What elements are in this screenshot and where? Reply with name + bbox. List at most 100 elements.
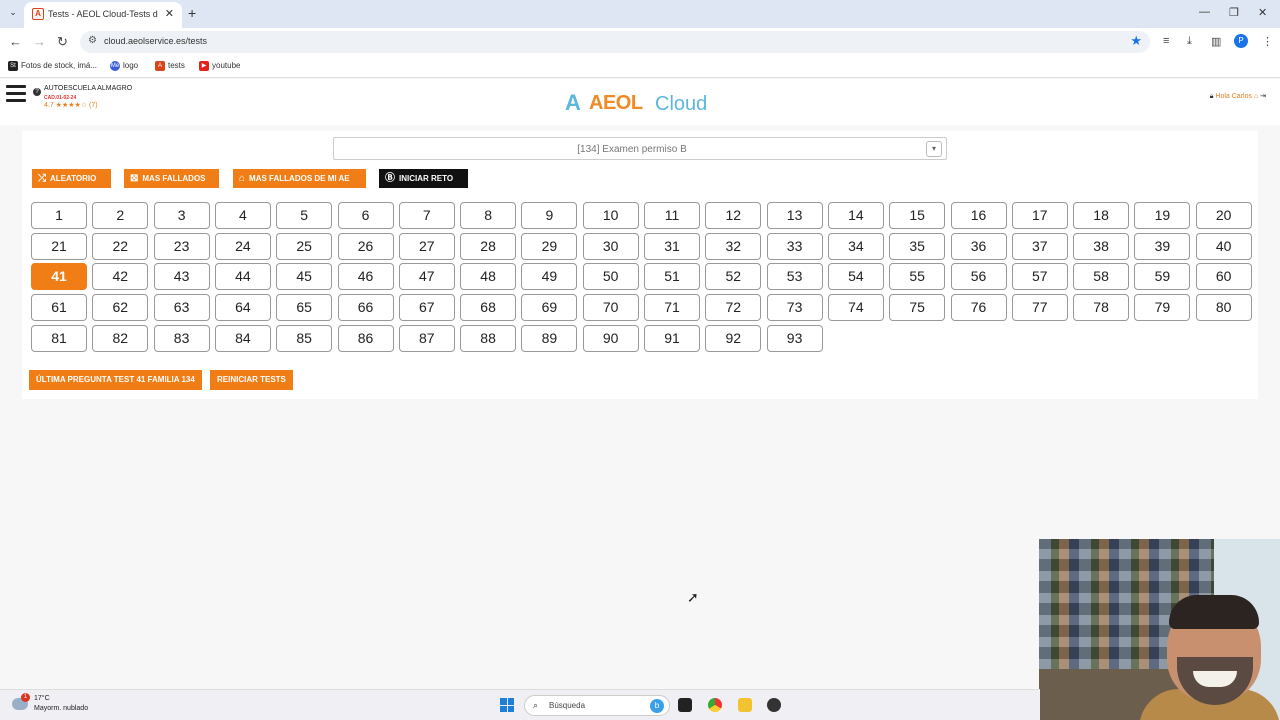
browser-tab[interactable]: A Tests - AEOL Cloud-Tests de Au ✕: [24, 2, 182, 28]
test-button[interactable]: 69: [521, 294, 578, 322]
test-button[interactable]: 68: [460, 294, 517, 322]
start-challenge-button[interactable]: Ⓑ INICIAR RETO: [379, 169, 468, 188]
test-button[interactable]: 58: [1073, 263, 1130, 291]
app-icon[interactable]: [767, 698, 781, 712]
test-button[interactable]: 55: [889, 263, 946, 291]
test-button[interactable]: 19: [1134, 202, 1191, 229]
hamburger-menu-icon[interactable]: [6, 85, 26, 103]
minimize-icon[interactable]: —: [1199, 6, 1210, 18]
test-button[interactable]: 14: [827, 202, 884, 229]
test-button[interactable]: 78: [1073, 294, 1130, 322]
close-tab-icon[interactable]: ✕: [165, 7, 174, 20]
test-button[interactable]: 30: [582, 232, 639, 260]
test-button[interactable]: 27: [398, 232, 455, 260]
test-button[interactable]: 62: [92, 294, 149, 322]
menu-kebab-icon[interactable]: ⋮: [1262, 35, 1273, 48]
test-button[interactable]: 29: [521, 232, 578, 260]
test-button[interactable]: 9: [521, 202, 578, 229]
test-button[interactable]: 75: [889, 294, 946, 322]
test-button[interactable]: 16: [950, 202, 1007, 229]
test-button[interactable]: 48: [460, 263, 517, 291]
test-button[interactable]: 93: [766, 324, 823, 352]
test-button[interactable]: 87: [398, 324, 455, 352]
test-button[interactable]: 50: [582, 263, 639, 291]
weather-description[interactable]: Mayorm. nublado: [34, 705, 88, 712]
test-button[interactable]: 33: [766, 232, 823, 260]
help-icon[interactable]: ?: [33, 88, 41, 96]
bookmark-stock[interactable]: St Fotos de stock, imá...: [8, 61, 97, 71]
test-button[interactable]: 74: [827, 294, 884, 322]
test-button[interactable]: 52: [705, 263, 762, 291]
test-button[interactable]: 65: [276, 294, 333, 322]
test-button[interactable]: 36: [950, 232, 1007, 260]
test-button[interactable]: 53: [766, 263, 823, 291]
address-bar[interactable]: ⚙ cloud.aeolservice.es/tests ★: [80, 31, 1150, 53]
user-greeting[interactable]: 🔒︎ Hola Carlos ⌂ ⇥: [1210, 92, 1266, 101]
side-panel-icon[interactable]: ▥: [1211, 35, 1221, 48]
tab-search-icon[interactable]: ⌄: [6, 7, 20, 21]
site-info-icon[interactable]: ⚙: [88, 35, 97, 46]
test-button[interactable]: 43: [153, 263, 210, 291]
task-view-icon[interactable]: [678, 698, 692, 712]
test-button[interactable]: 88: [460, 324, 517, 352]
test-button[interactable]: 60: [1195, 263, 1252, 291]
windows-start-icon[interactable]: [500, 698, 514, 712]
test-button[interactable]: 72: [705, 294, 762, 322]
test-button[interactable]: 34: [827, 232, 884, 260]
test-button[interactable]: 10: [582, 202, 639, 229]
test-button[interactable]: 71: [644, 294, 700, 322]
test-button[interactable]: 23: [153, 232, 210, 260]
test-button[interactable]: 26: [337, 232, 394, 260]
test-button[interactable]: 6: [337, 202, 394, 229]
bookmark-tests[interactable]: Atests: [155, 61, 185, 71]
test-button[interactable]: 63: [153, 294, 210, 322]
test-button[interactable]: 41: [31, 263, 87, 291]
test-button[interactable]: 11: [644, 202, 700, 229]
test-button[interactable]: 82: [92, 324, 149, 352]
school-rating[interactable]: 4.7 ★★★★☆ (7): [44, 101, 98, 109]
download-icon[interactable]: ⤓: [1187, 35, 1192, 48]
test-button[interactable]: 86: [337, 324, 394, 352]
profile-avatar[interactable]: P: [1234, 34, 1248, 48]
test-button[interactable]: 51: [644, 263, 700, 291]
test-button[interactable]: 20: [1195, 202, 1252, 229]
chrome-icon[interactable]: [708, 698, 722, 712]
test-button[interactable]: 73: [766, 294, 823, 322]
test-button[interactable]: 17: [1011, 202, 1068, 229]
test-button[interactable]: 79: [1134, 294, 1191, 322]
test-button[interactable]: 70: [582, 294, 639, 322]
test-button[interactable]: 40: [1195, 232, 1252, 260]
test-button[interactable]: 80: [1195, 294, 1252, 322]
test-button[interactable]: 83: [153, 324, 210, 352]
forward-icon[interactable]: →: [33, 34, 46, 49]
test-button[interactable]: 49: [521, 263, 578, 291]
test-button[interactable]: 54: [827, 263, 884, 291]
test-button[interactable]: 4: [214, 202, 271, 229]
test-button[interactable]: 39: [1134, 232, 1191, 260]
exam-selector[interactable]: [134] Examen permiso B ▾: [333, 137, 947, 160]
test-button[interactable]: 7: [398, 202, 455, 229]
test-button[interactable]: 2: [92, 202, 149, 229]
test-button[interactable]: 8: [460, 202, 517, 229]
test-button[interactable]: 92: [705, 324, 762, 352]
test-button[interactable]: 42: [92, 263, 149, 291]
taskbar-search[interactable]: ⌕ Búsqueda b: [524, 695, 670, 716]
test-button[interactable]: 5: [276, 202, 333, 229]
test-button[interactable]: 67: [398, 294, 455, 322]
test-button[interactable]: 15: [889, 202, 946, 229]
test-button[interactable]: 24: [214, 232, 271, 260]
home-icon[interactable]: ⌂: [1254, 93, 1258, 100]
test-button[interactable]: 77: [1011, 294, 1068, 322]
most-failed-ae-button[interactable]: ⌂ MAS FALLADOS DE MI AE: [233, 169, 366, 188]
weather-temperature[interactable]: 17°C: [34, 695, 50, 702]
close-window-icon[interactable]: ✕: [1258, 6, 1267, 19]
most-failed-button[interactable]: ⊠ MAS FALLADOS: [124, 169, 219, 188]
test-button[interactable]: 81: [31, 324, 87, 352]
test-button[interactable]: 47: [398, 263, 455, 291]
test-button[interactable]: 37: [1011, 232, 1068, 260]
test-button[interactable]: 44: [214, 263, 271, 291]
test-button[interactable]: 18: [1073, 202, 1130, 229]
test-button[interactable]: 31: [644, 232, 700, 260]
back-icon[interactable]: ←: [9, 34, 22, 49]
aeol-logo[interactable]: A AEOL Cloud: [565, 88, 725, 116]
